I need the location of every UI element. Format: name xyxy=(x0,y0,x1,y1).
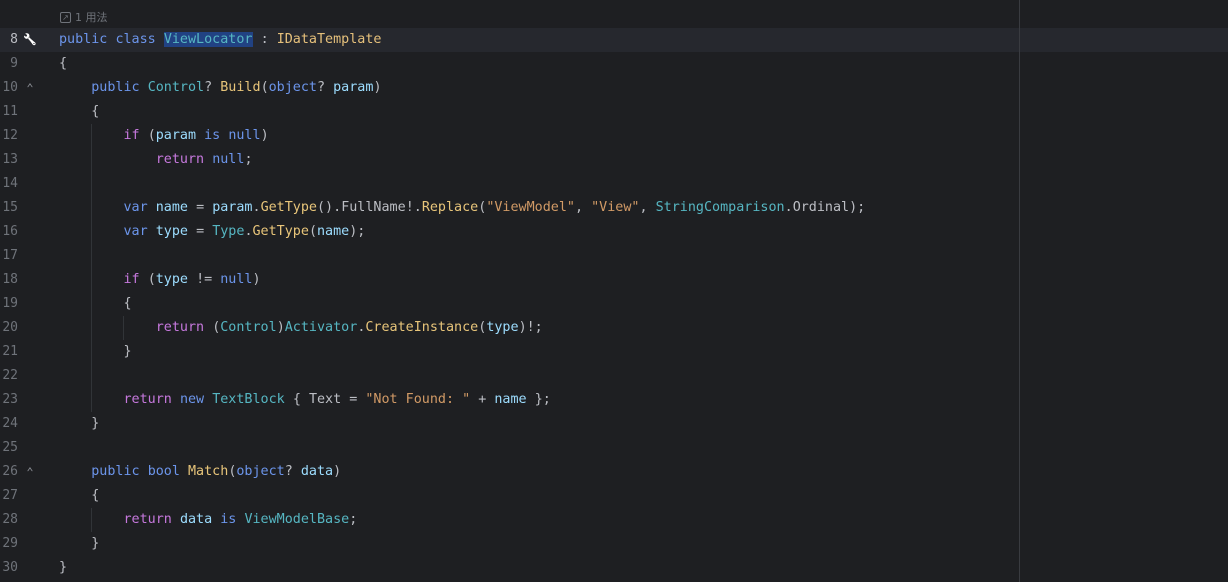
code-text: } xyxy=(91,536,100,551)
code-line[interactable]: 23 return new TextBlock { Text = "Not Fo… xyxy=(0,388,1228,412)
line-number: 20 xyxy=(2,320,18,335)
override-arrow-icon[interactable]: ⌃ xyxy=(22,76,38,100)
wrench-icon[interactable]: 🔧 xyxy=(22,28,38,52)
line-number: 11 xyxy=(2,104,18,119)
code-line[interactable]: 27 { xyxy=(0,484,1228,508)
code-line[interactable]: 16 var type = Type.GetType(name); xyxy=(0,220,1228,244)
code-line[interactable]: 15 var name = param.GetType().FullName!.… xyxy=(0,196,1228,220)
code-text: { xyxy=(91,488,100,503)
code-line[interactable]: 26 ⌃ public bool Match(object? data) xyxy=(0,460,1228,484)
line-number: 24 xyxy=(2,416,18,431)
code-line[interactable]: 18 if (type != null) xyxy=(0,268,1228,292)
code-text: { xyxy=(123,296,132,311)
line-number: 28 xyxy=(2,512,18,527)
line-number: 12 xyxy=(2,128,18,143)
override-arrow-icon[interactable]: ⌃ xyxy=(22,460,38,484)
code-line[interactable]: 17 xyxy=(0,244,1228,268)
code-text: } xyxy=(59,560,68,575)
code-line[interactable]: 11 { xyxy=(0,100,1228,124)
code-text: public bool Match(object? data) xyxy=(91,464,342,479)
line-number: 21 xyxy=(2,344,18,359)
code-text: return (Control)Activator.CreateInstance… xyxy=(155,320,543,335)
line-number: 17 xyxy=(2,248,18,263)
line-number: 29 xyxy=(2,536,18,551)
line-number: 18 xyxy=(2,272,18,287)
code-line[interactable]: 25 xyxy=(0,436,1228,460)
code-line[interactable]: 8 🔧 public class ViewLocator : IDataTempla… xyxy=(0,28,1228,52)
code-line[interactable]: 24 } xyxy=(0,412,1228,436)
line-number: 15 xyxy=(2,200,18,215)
line-number: 10 xyxy=(2,80,18,95)
code-line[interactable]: 19 { xyxy=(0,292,1228,316)
code-line[interactable]: 13 return null; xyxy=(0,148,1228,172)
line-number: 16 xyxy=(2,224,18,239)
line-number: 22 xyxy=(2,368,18,383)
line-number: 25 xyxy=(2,440,18,455)
code-text: { xyxy=(91,104,100,119)
code-line[interactable]: 28 return data is ViewModelBase; xyxy=(0,508,1228,532)
code-text: { xyxy=(59,56,68,71)
code-line[interactable]: 21 } xyxy=(0,340,1228,364)
code-text: } xyxy=(91,416,100,431)
code-text: var name = param.GetType().FullName!.Rep… xyxy=(123,200,866,215)
external-link-icon: ↗ xyxy=(60,11,71,23)
line-number: 27 xyxy=(2,488,18,503)
code-line[interactable]: 29 } xyxy=(0,532,1228,556)
line-number: 23 xyxy=(2,392,18,407)
code-text: return null; xyxy=(155,152,253,167)
code-line[interactable]: 30} xyxy=(0,556,1228,580)
usage-hint-label: 1 用法 xyxy=(75,11,108,24)
code-text: var type = Type.GetType(name); xyxy=(123,224,366,239)
code-line[interactable]: 12 if (param is null) xyxy=(0,124,1228,148)
line-number: 8 xyxy=(10,32,18,47)
selected-identifier[interactable]: ViewLocator xyxy=(163,32,253,47)
code-text: return new TextBlock { Text = "Not Found… xyxy=(123,392,551,407)
code-text: return data is ViewModelBase; xyxy=(123,512,358,527)
code-text: } xyxy=(123,344,132,359)
line-number: 30 xyxy=(2,560,18,575)
code-text: if (type != null) xyxy=(123,272,261,287)
code-text: if (param is null) xyxy=(123,128,269,143)
code-line[interactable]: 10 ⌃ public Control? Build(object? param) xyxy=(0,76,1228,100)
code-text: public Control? Build(object? param) xyxy=(91,80,382,95)
line-number: 19 xyxy=(2,296,18,311)
code-line[interactable]: 22 xyxy=(0,364,1228,388)
usage-hint[interactable]: ↗ 1 用法 xyxy=(60,8,108,26)
code-text: public class ViewLocator : IDataTemplate xyxy=(59,32,382,47)
line-number: 13 xyxy=(2,152,18,167)
line-number: 9 xyxy=(10,56,18,71)
line-number: 26 xyxy=(2,464,18,479)
code-line[interactable]: 9{ xyxy=(0,52,1228,76)
line-number: 14 xyxy=(2,176,18,191)
code-line[interactable]: 20 return (Control)Activator.CreateInsta… xyxy=(0,316,1228,340)
code-line[interactable]: 14 xyxy=(0,172,1228,196)
